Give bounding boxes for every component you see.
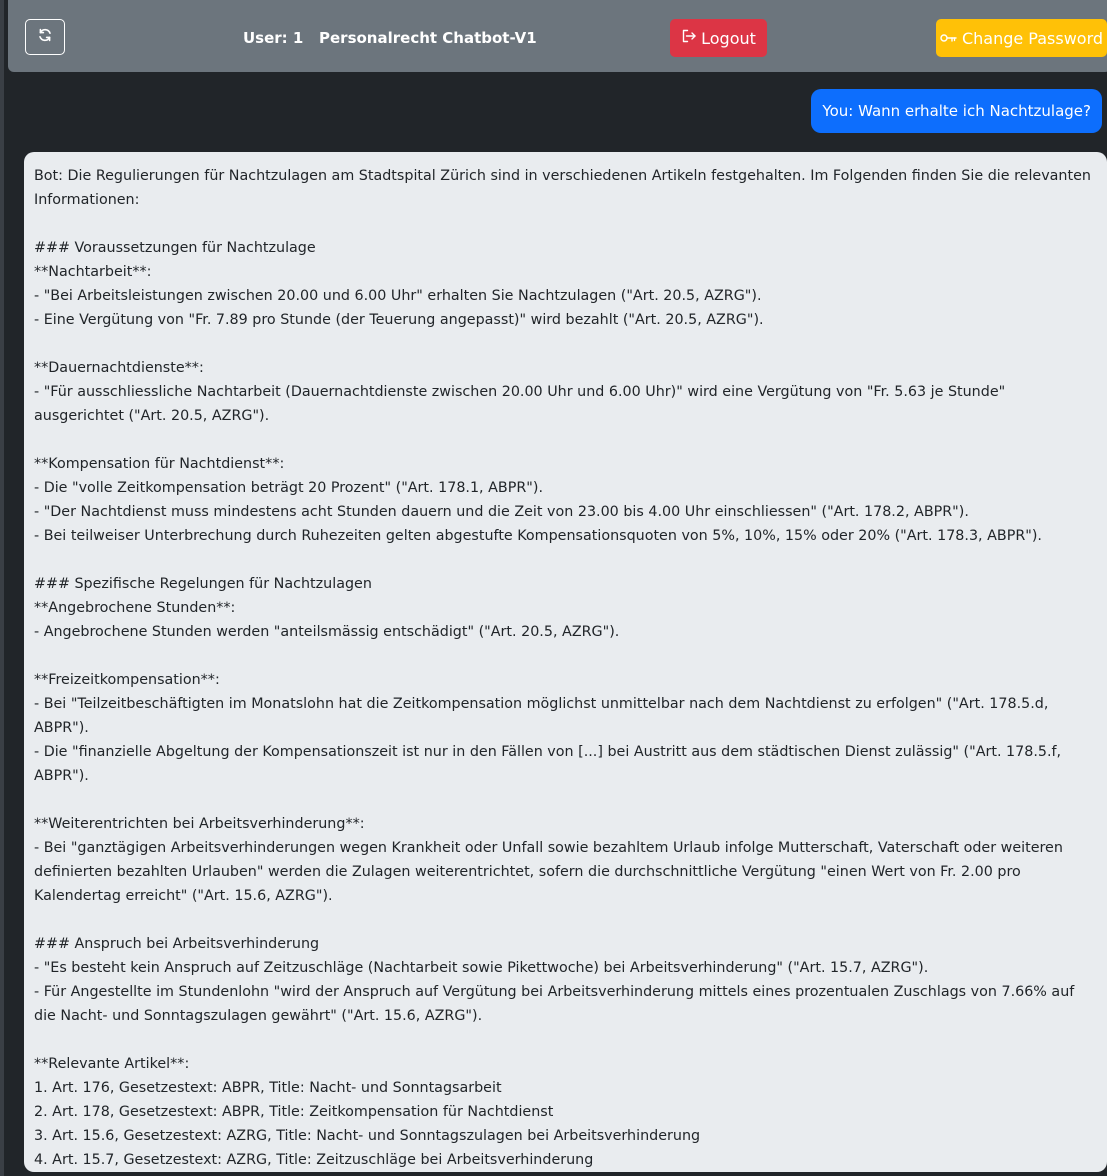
refresh-icon bbox=[37, 27, 53, 47]
app-title: User: 1 Personalrecht Chatbot-V1 bbox=[243, 29, 537, 47]
key-icon bbox=[940, 29, 957, 48]
chat-page: User: 1 Personalrecht Chatbot-V1 Logout bbox=[0, 0, 1107, 1176]
top-navbar: User: 1 Personalrecht Chatbot-V1 Logout bbox=[8, 0, 1107, 72]
change-password-label: Change Password bbox=[961, 28, 1104, 48]
refresh-button[interactable] bbox=[25, 19, 65, 55]
logout-icon bbox=[681, 28, 697, 48]
logout-label: Logout bbox=[701, 28, 756, 48]
logout-button[interactable]: Logout bbox=[670, 19, 767, 57]
change-password-button[interactable]: Change Password bbox=[936, 19, 1107, 57]
bot-message: Bot: Die Regulierungen für Nachtzulagen … bbox=[24, 152, 1107, 1172]
user-message: You: Wann erhalte ich Nachtzulage? bbox=[811, 89, 1102, 133]
